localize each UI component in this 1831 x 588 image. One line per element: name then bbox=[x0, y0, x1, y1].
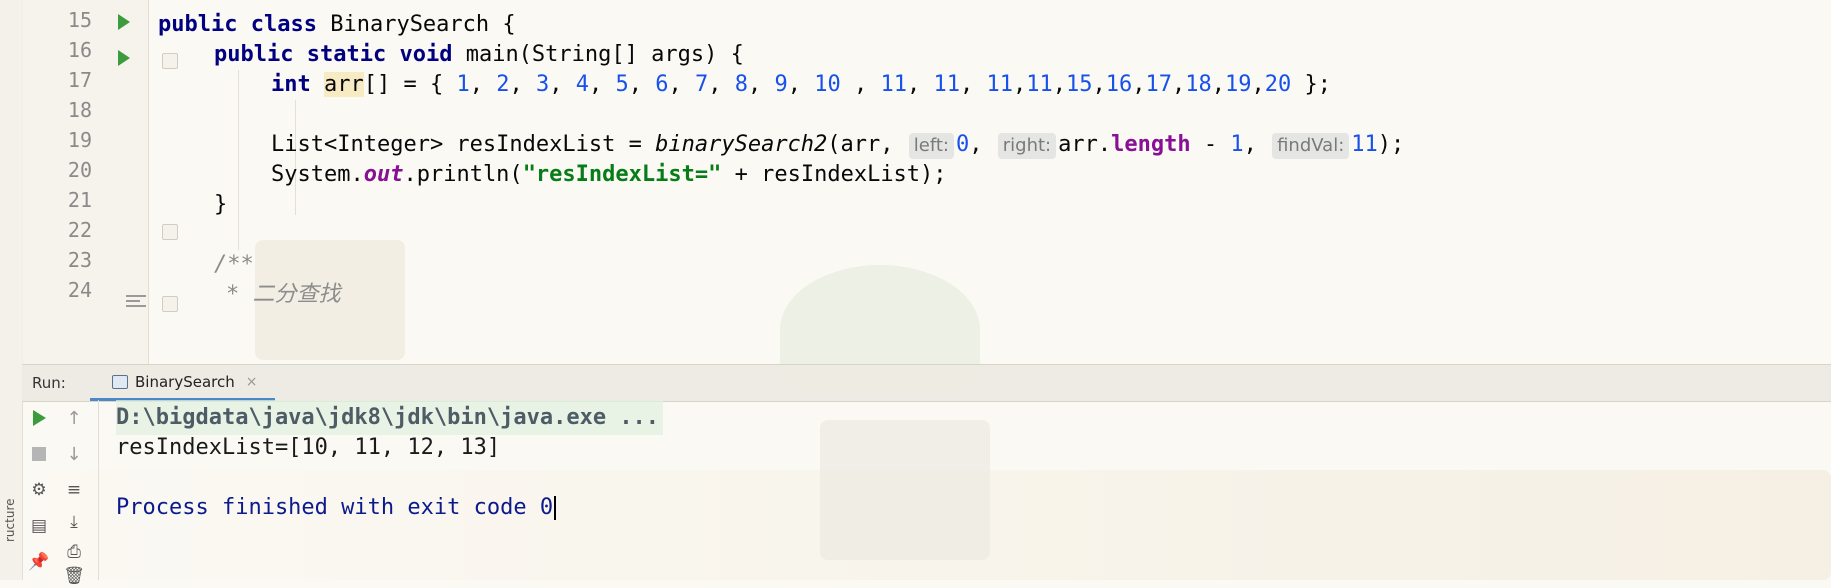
code-line-17: int arr[] = { 1, 2, 3, 4, 5, 6, 7, 8, 9,… bbox=[271, 72, 1331, 97]
console-exit-line: Process finished with exit code 0 bbox=[116, 490, 557, 525]
console-output-line: resIndexList=[10, 11, 12, 13] bbox=[116, 435, 501, 460]
param-hint-right: right: bbox=[997, 133, 1057, 159]
soft-wrap-icon: ≡ bbox=[66, 480, 82, 500]
rerun-button[interactable] bbox=[27, 406, 51, 430]
layout-button[interactable]: ▤ bbox=[27, 514, 51, 538]
structure-tool-strip[interactable]: ructure bbox=[0, 0, 23, 580]
trash-icon: 🗑 bbox=[63, 566, 85, 586]
scroll-up-button[interactable]: ↑ bbox=[62, 406, 86, 430]
param-hint-findval: findVal: bbox=[1272, 133, 1350, 159]
text-caret bbox=[554, 496, 557, 520]
run-main-icon[interactable] bbox=[118, 50, 130, 66]
code-line-24: * 二分查找 bbox=[226, 282, 341, 307]
run-tab-binarysearch[interactable]: BinarySearch × bbox=[90, 365, 276, 401]
stop-button[interactable] bbox=[27, 442, 51, 466]
clear-button[interactable]: 🗑 bbox=[62, 564, 86, 588]
render-doc-icon[interactable] bbox=[126, 295, 146, 311]
play-icon bbox=[32, 410, 46, 426]
structure-tool-label[interactable]: ructure bbox=[3, 499, 17, 543]
soft-wrap-button[interactable]: ≡ bbox=[62, 478, 86, 502]
run-title: Run: bbox=[32, 374, 66, 392]
pin-button[interactable]: 📌 bbox=[27, 550, 51, 574]
run-toolbar: ⚙ ▤ 📌 ↑ ↓ ≡ ⤓ ⎙ 🗑 bbox=[22, 400, 99, 586]
code-line-21: } bbox=[214, 192, 228, 217]
scroll-to-end-button[interactable]: ⤓ bbox=[62, 510, 86, 534]
run-tool-window-header: Run: BinarySearch × bbox=[22, 364, 1831, 402]
print-icon: ⎙ bbox=[67, 542, 81, 562]
editor-gutter: 15 16 17 18 19 20 21 22 23 24 bbox=[22, 0, 178, 364]
console-output[interactable]: D:\bigdata\java\jdk8\jdk\bin\java.exe ..… bbox=[100, 400, 1831, 580]
arrow-up-icon: ↑ bbox=[66, 407, 82, 429]
close-icon[interactable]: × bbox=[246, 374, 258, 390]
rerun-failed-icon: ⚙ bbox=[31, 480, 47, 500]
run-class-icon[interactable] bbox=[118, 14, 130, 30]
param-hint-left: left: bbox=[908, 133, 954, 159]
line-number: 24 bbox=[67, 278, 92, 302]
scroll-down-button[interactable]: ↓ bbox=[62, 442, 86, 466]
code-line-20: System.out.println("resIndexList=" + res… bbox=[271, 162, 947, 187]
pin-icon: 📌 bbox=[28, 552, 50, 572]
stop-icon bbox=[32, 447, 46, 461]
code-editor[interactable]: public class BinarySearch { public stati… bbox=[148, 0, 1831, 364]
rerun-failed-button[interactable]: ⚙ bbox=[27, 478, 51, 502]
print-button[interactable]: ⎙ bbox=[62, 540, 86, 564]
arrow-down-icon: ↓ bbox=[66, 443, 82, 465]
layout-icon: ▤ bbox=[30, 516, 48, 536]
run-tab-label: BinarySearch bbox=[135, 372, 235, 391]
console-icon bbox=[112, 374, 128, 389]
scroll-to-end-icon: ⤓ bbox=[70, 512, 78, 532]
